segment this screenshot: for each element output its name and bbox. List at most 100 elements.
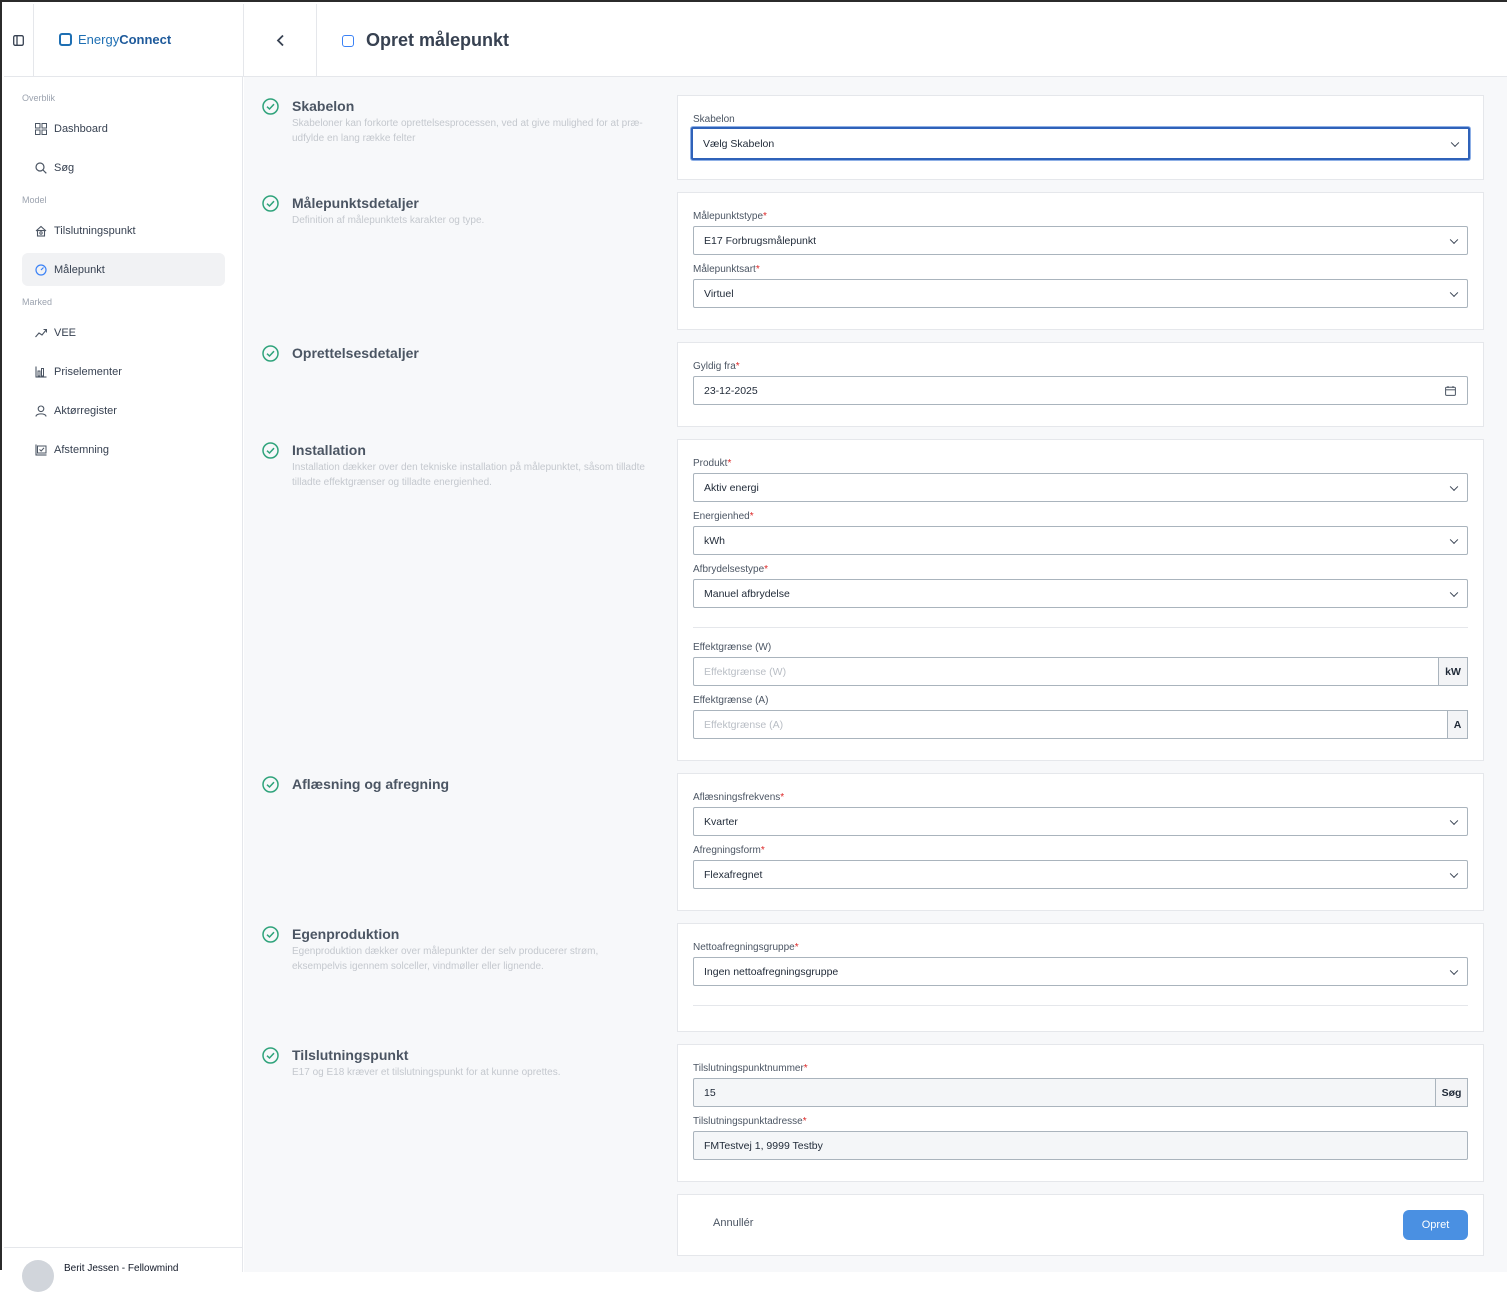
card-egenproduktion: Nettoafregningsgruppe* Ingen nettoafregn… (677, 923, 1484, 1032)
section-title: Tilslutningspunkt (292, 1047, 409, 1063)
select-value: kWh (704, 534, 725, 547)
unit-addon-kw: kW (1438, 657, 1468, 686)
section-title: Aflæsning og afregning (292, 776, 450, 792)
section-title: Målepunktsdetaljer (292, 195, 419, 211)
card-actions: Annullér Opret (677, 1194, 1484, 1256)
card-installation: Produkt* Aktiv energi Energienhed* kWh A… (677, 439, 1484, 761)
afbrydelsestype-select[interactable]: Manuel afbrydelse (693, 579, 1468, 608)
sidebar-section-overblik: Overblik (22, 93, 56, 103)
section-aflaesning-info: Aflæsning og afregning (262, 776, 652, 796)
sidebar-item-dashboard[interactable]: Dashboard (22, 112, 225, 145)
app-window: EnergyConnect Opret målepunkt Overblik D… (0, 0, 1507, 1292)
skabelon-select[interactable]: Vælg Skabelon (691, 127, 1470, 160)
back-button[interactable] (243, 4, 317, 76)
chart-check-icon (34, 443, 47, 456)
field-label: Effektgrænse (A) (693, 695, 769, 706)
sidebar-item-label: Søg (54, 161, 75, 174)
search-icon (34, 161, 47, 174)
chevron-down-icon (1449, 235, 1459, 244)
sidebar-item-afstemning[interactable]: Afstemning (22, 433, 225, 466)
section-title: Skabelon (292, 98, 355, 114)
aflaesningsfrekvens-select[interactable]: Kvarter (693, 807, 1468, 836)
field-label: Aflæsningsfrekvens* (693, 792, 785, 803)
section-description: Egenproduktion dækker over målepunkter d… (292, 946, 599, 972)
input-placeholder: Effektgrænse (A) (704, 718, 784, 731)
gauge-icon (34, 263, 47, 276)
tilslutningspunktnummer-input[interactable]: 15 Søg (693, 1078, 1468, 1107)
sidebar-item-aktorregister[interactable]: Aktørregister (22, 394, 225, 427)
page-title: Opret målepunkt (366, 30, 510, 50)
logo-text-energy: Energy (78, 32, 120, 47)
sidebar-item-label: Dashboard (54, 122, 108, 135)
section-egenproduktion-info: Egenproduktion Egenproduktion dækker ove… (262, 926, 652, 976)
sidebar-item-tilslutningspunkt[interactable]: Tilslutningspunkt (22, 214, 225, 247)
check-circle-icon (262, 345, 279, 362)
calendar-icon[interactable] (1445, 386, 1456, 396)
check-circle-icon (262, 776, 279, 793)
grid-icon (34, 122, 47, 135)
chevron-down-icon (1449, 869, 1459, 878)
select-value: Aktiv energi (704, 481, 759, 494)
select-value: E17 Forbrugsmålepunkt (704, 234, 817, 247)
select-value: Vælg Skabelon (703, 137, 775, 150)
chevron-down-icon (1450, 138, 1460, 147)
select-value: Ingen nettoafregningsgruppe (704, 965, 839, 978)
section-description: Skabeloner kan forkorte oprettelsesproce… (292, 118, 643, 144)
measuring-point-icon (342, 34, 354, 47)
top-header: EnergyConnect Opret målepunkt (4, 4, 1507, 77)
section-skabelon-info: Skabelon Skabeloner kan forkorte oprette… (262, 98, 652, 158)
user-profile[interactable]: Berit Jessen - Fellowmind (4, 1247, 242, 1292)
field-label: Målepunktstype* (693, 211, 767, 222)
app-logo[interactable]: EnergyConnect (59, 32, 171, 47)
check-circle-icon (262, 1047, 279, 1064)
sidebar-item-vee[interactable]: VEE (22, 316, 225, 349)
card-tilslutningspunkt: Tilslutningspunktnummer* 15 Søg Tilslutn… (677, 1044, 1484, 1182)
search-addon-button[interactable]: Søg (1435, 1078, 1468, 1107)
afregningsform-select[interactable]: Flexafregnet (693, 860, 1468, 889)
sidebar-item-label: Målepunkt (54, 263, 105, 276)
avatar (22, 1260, 54, 1292)
energienhed-select[interactable]: kWh (693, 526, 1468, 555)
logo-text-connect: Connect (119, 32, 172, 47)
card-malepunktsdetaljer: Målepunktstype* E17 Forbrugsmålepunkt Må… (677, 192, 1484, 330)
effektgraense-w-input[interactable]: Effektgrænse (W) kW (693, 657, 1468, 686)
divider (693, 627, 1468, 628)
check-circle-icon (262, 442, 279, 459)
sidebar-toggle-button[interactable] (4, 4, 34, 76)
sidebar-item-sog[interactable]: Søg (22, 151, 225, 184)
field-label: Energienhed* (693, 511, 754, 522)
house-icon (34, 224, 47, 237)
create-button[interactable]: Opret (1403, 1210, 1468, 1240)
malepunktstype-select[interactable]: E17 Forbrugsmålepunkt (693, 226, 1468, 255)
chevron-down-icon (1449, 288, 1459, 297)
input-placeholder: Effektgrænse (W) (704, 665, 787, 678)
date-value: 23-12-2025 (704, 384, 758, 397)
user-icon (34, 404, 47, 417)
chevron-down-icon (1449, 535, 1459, 544)
section-description: Installation dækker over den tekniske in… (292, 462, 645, 488)
sidebar-item-priselementer[interactable]: Priselementer (22, 355, 225, 388)
check-circle-icon (262, 926, 279, 943)
section-tilslutning-info: Tilslutningspunkt E17 og E18 kræver et t… (262, 1047, 652, 1087)
chevron-down-icon (1449, 966, 1459, 975)
section-description: Definition af målepunktets karakter og t… (292, 215, 485, 226)
sidebar-toggle-icon (13, 34, 24, 46)
cancel-button[interactable]: Annullér (713, 1217, 753, 1229)
sidebar-section-model: Model (22, 195, 47, 205)
gyldig-fra-date-input[interactable]: 23-12-2025 (693, 376, 1468, 405)
sidebar-item-label: Priselementer (54, 365, 122, 378)
select-value: Virtuel (704, 287, 734, 300)
chevron-down-icon (1449, 482, 1459, 491)
section-installation-info: Installation Installation dækker over de… (262, 442, 652, 492)
produkt-select[interactable]: Aktiv energi (693, 473, 1468, 502)
malepunktsart-select[interactable]: Virtuel (693, 279, 1468, 308)
effektgraense-a-input[interactable]: Effektgrænse (A) A (693, 710, 1468, 739)
chevron-left-icon (276, 34, 284, 46)
input-value: 15 (704, 1086, 716, 1099)
tilslutningspunktadresse-input[interactable]: FMTestvej 1, 9999 Testby (693, 1131, 1468, 1160)
check-circle-icon (262, 195, 279, 212)
sidebar-item-malepunkt[interactable]: Målepunkt (22, 253, 225, 286)
sidebar: Overblik Dashboard Søg Model Tilslutning… (4, 77, 243, 1292)
sidebar-section-marked: Marked (22, 297, 53, 307)
nettoafregningsgruppe-select[interactable]: Ingen nettoafregningsgruppe (693, 957, 1468, 986)
